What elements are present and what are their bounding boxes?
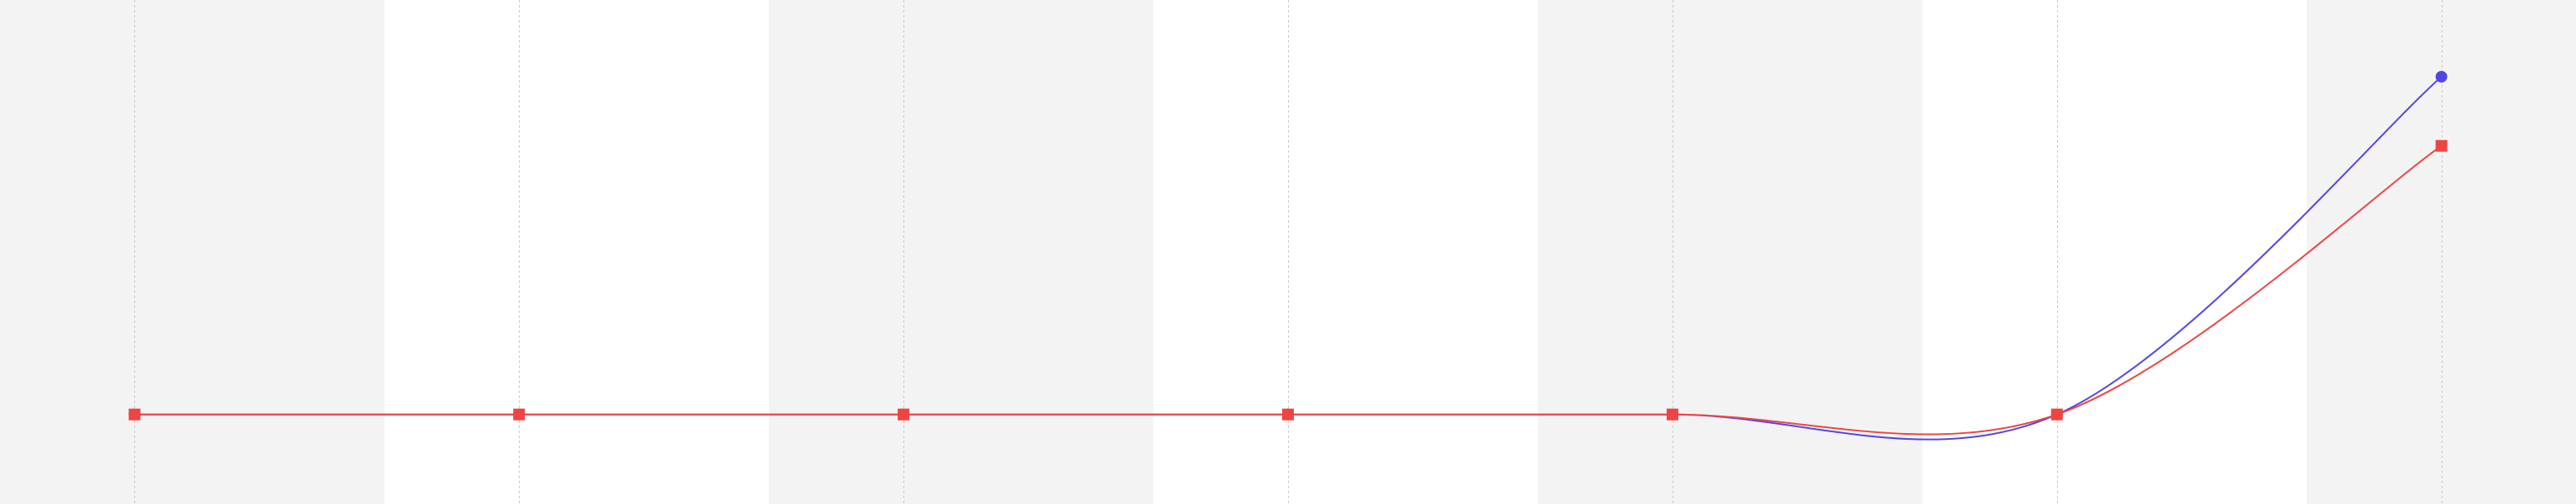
data-point xyxy=(1666,408,1678,421)
data-point xyxy=(898,408,910,421)
background-band xyxy=(1922,0,2307,504)
data-point xyxy=(1282,408,1294,421)
data-point xyxy=(2435,139,2448,152)
line-chart xyxy=(0,0,2576,504)
data-point xyxy=(128,408,141,421)
background-band xyxy=(0,0,385,504)
background-band xyxy=(768,0,1154,504)
data-point xyxy=(2435,70,2448,83)
background-band xyxy=(1153,0,1538,504)
chart-canvas xyxy=(0,0,2576,504)
background-band xyxy=(384,0,769,504)
background-band xyxy=(1537,0,1923,504)
data-point xyxy=(2050,408,2063,421)
data-point xyxy=(513,408,526,421)
